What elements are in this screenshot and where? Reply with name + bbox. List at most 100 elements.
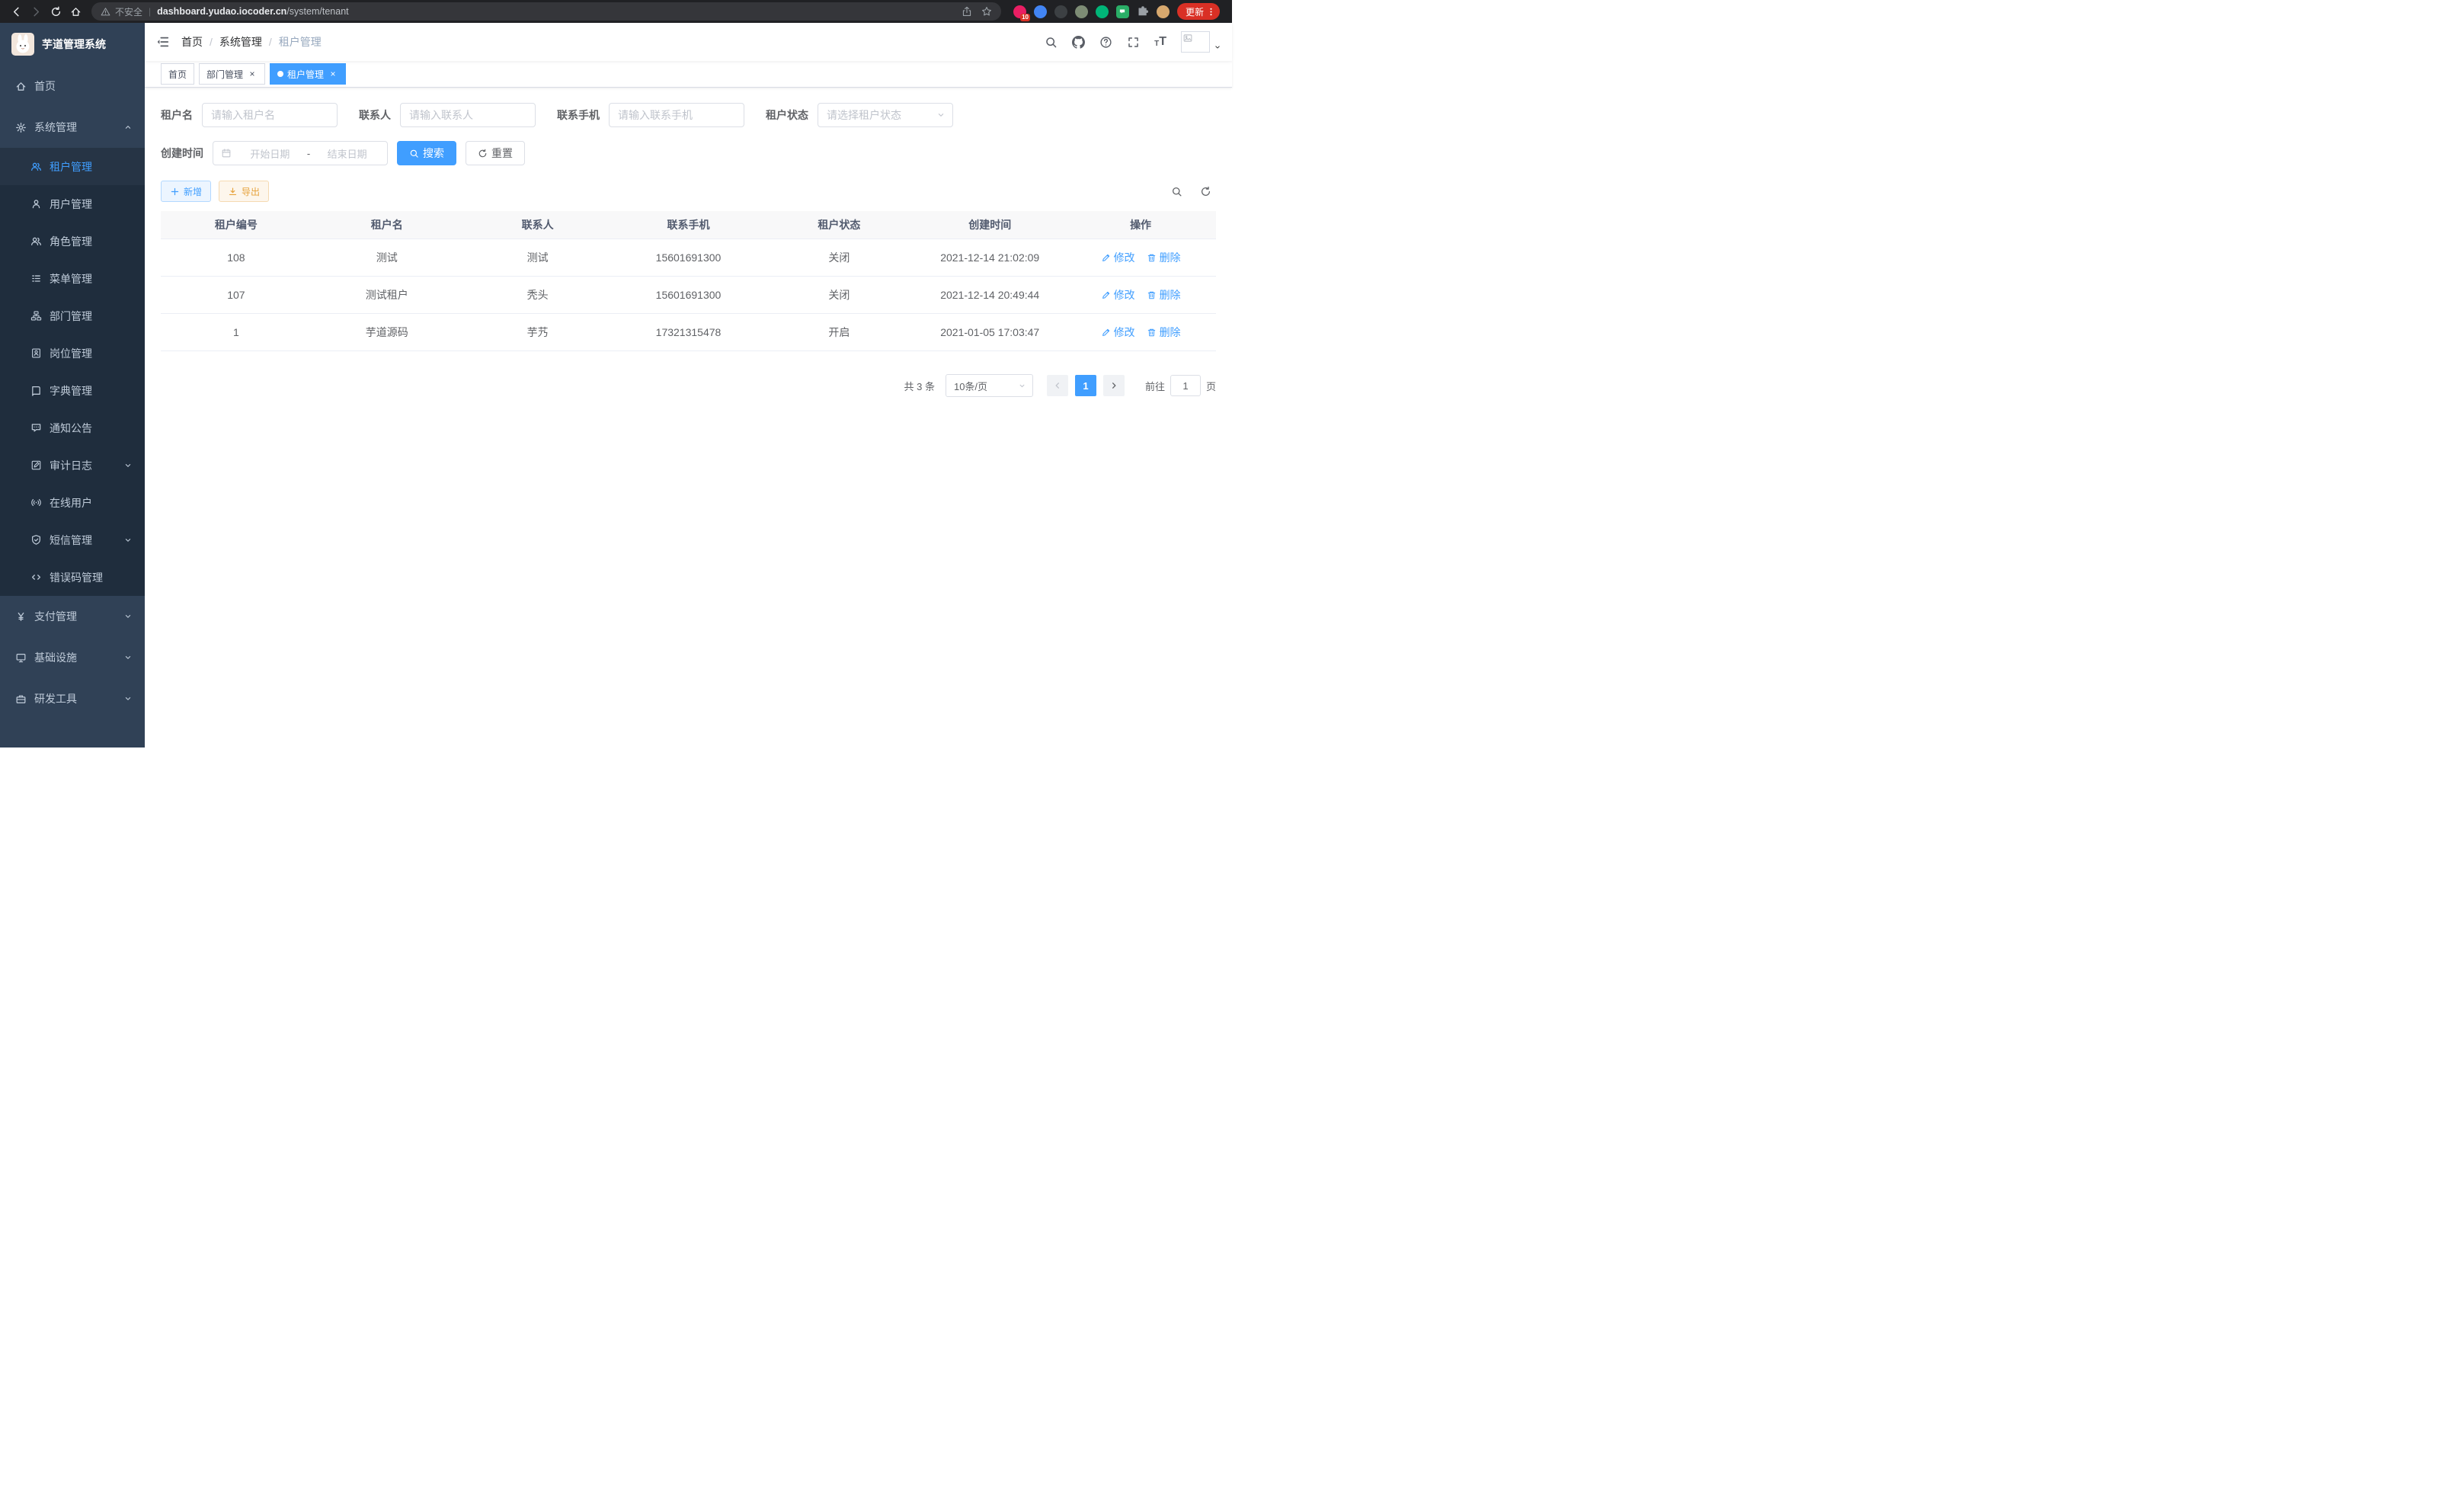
- github-icon[interactable]: [1072, 36, 1085, 49]
- phone-input[interactable]: [609, 103, 744, 127]
- close-tab-icon[interactable]: ×: [328, 69, 338, 79]
- table-row: 1 芋道源码 芋艿 17321315478 开启 2021-01-05 17:0…: [161, 314, 1216, 351]
- extension-icon-2[interactable]: [1034, 5, 1047, 18]
- sidebar-item-notice[interactable]: 通知公告: [0, 409, 145, 447]
- bookmark-star-icon[interactable]: [981, 6, 992, 17]
- security-label[interactable]: 不安全: [115, 5, 142, 18]
- cell-contact: 秃头: [462, 287, 613, 303]
- url-domain: dashboard.yudao.iocoder.cn: [157, 6, 286, 17]
- extension-icon-1[interactable]: 10: [1013, 5, 1026, 18]
- sidebar-item-infrastructure[interactable]: 基础设施: [0, 637, 145, 678]
- sidebar-item-sms[interactable]: 短信管理: [0, 521, 145, 559]
- breadcrumb-system[interactable]: 系统管理: [219, 34, 262, 50]
- tenant-name-input[interactable]: [202, 103, 338, 127]
- extension-icon-4[interactable]: [1075, 5, 1088, 18]
- reset-button[interactable]: 重置: [466, 141, 525, 165]
- cell-status: 开启: [763, 325, 914, 340]
- help-question-icon[interactable]: [1099, 36, 1112, 49]
- goto-page-input[interactable]: [1170, 375, 1201, 396]
- edit-button[interactable]: 修改: [1101, 287, 1135, 303]
- update-button[interactable]: 更新: [1177, 3, 1220, 20]
- phone-label: 联系手机: [557, 107, 600, 123]
- browser-back-button[interactable]: [6, 2, 26, 21]
- page-unit-label: 页: [1206, 379, 1216, 393]
- cell-created: 2021-12-14 20:49:44: [914, 289, 1065, 301]
- sidebar-item-user[interactable]: 用户管理: [0, 185, 145, 222]
- browser-menu-dots-icon[interactable]: [1206, 7, 1216, 17]
- trash-icon: [1147, 290, 1157, 300]
- sidebar-item-menu[interactable]: 菜单管理: [0, 260, 145, 297]
- export-button[interactable]: 导出: [219, 181, 269, 202]
- sidebar-item-error-code[interactable]: 错误码管理: [0, 559, 145, 596]
- extensions-puzzle-icon[interactable]: [1137, 5, 1149, 18]
- extension-icon-5[interactable]: [1096, 5, 1109, 18]
- sidebar-item-dept[interactable]: 部门管理: [0, 297, 145, 335]
- edit-button[interactable]: 修改: [1101, 250, 1135, 265]
- close-tab-icon[interactable]: ×: [247, 69, 258, 79]
- add-button[interactable]: 新增: [161, 181, 211, 202]
- app-logo-row[interactable]: 芋道管理系统: [0, 23, 145, 66]
- toggle-search-icon[interactable]: [1171, 186, 1182, 197]
- trash-icon: [1147, 328, 1157, 338]
- extension-icon-3[interactable]: [1054, 5, 1067, 18]
- refresh-table-icon[interactable]: [1200, 186, 1211, 197]
- refresh-icon: [478, 149, 488, 158]
- chevron-down-icon: [123, 536, 133, 545]
- sidebar-item-online-users[interactable]: 在线用户: [0, 484, 145, 521]
- breadcrumb-home[interactable]: 首页: [181, 34, 203, 50]
- search-button[interactable]: 搜索: [397, 141, 456, 165]
- yen-icon: [15, 611, 27, 623]
- delete-button[interactable]: 删除: [1147, 287, 1181, 303]
- user-avatar-menu[interactable]: [1181, 31, 1221, 53]
- browser-home-button[interactable]: [66, 2, 85, 21]
- sidebar-item-system[interactable]: 系统管理: [0, 107, 145, 148]
- profile-avatar-icon[interactable]: [1157, 5, 1170, 18]
- sidebar-item-audit-log[interactable]: 审计日志: [0, 447, 145, 484]
- book-icon: [30, 385, 42, 396]
- font-size-icon[interactable]: TT: [1154, 36, 1166, 48]
- url-path: /system/tenant: [286, 6, 348, 17]
- contact-input[interactable]: [400, 103, 536, 127]
- current-page-button[interactable]: 1: [1075, 375, 1096, 396]
- trash-icon: [1147, 253, 1157, 263]
- browser-forward-button[interactable]: [26, 2, 46, 21]
- app-logo: [11, 33, 34, 56]
- column-header-created: 创建时间: [914, 217, 1065, 232]
- cell-phone: 17321315478: [613, 326, 764, 338]
- extension-icon-6[interactable]: [1116, 5, 1129, 18]
- cell-tenant-id: 108: [161, 251, 312, 264]
- cell-status: 关闭: [763, 250, 914, 265]
- sidebar-item-post[interactable]: 岗位管理: [0, 335, 145, 372]
- chevron-down-icon: [1018, 382, 1026, 390]
- prev-page-button[interactable]: [1047, 375, 1068, 396]
- delete-button[interactable]: 删除: [1147, 325, 1181, 340]
- sidebar-item-dev-tools[interactable]: 研发工具: [0, 678, 145, 719]
- sidebar-item-home[interactable]: 首页: [0, 66, 145, 107]
- header-search-icon[interactable]: [1045, 36, 1058, 49]
- status-select[interactable]: 请选择租户状态: [818, 103, 953, 127]
- address-bar[interactable]: 不安全 | dashboard.yudao.iocoder.cn /system…: [91, 2, 1001, 21]
- tab-home[interactable]: 首页: [161, 63, 194, 85]
- create-time-range-picker[interactable]: 开始日期 - 结束日期: [213, 141, 388, 165]
- menu-list-icon: [30, 273, 42, 284]
- sidebar-item-payment[interactable]: 支付管理: [0, 596, 145, 637]
- cell-status: 关闭: [763, 287, 914, 303]
- page-size-select[interactable]: 10条/页: [946, 374, 1033, 397]
- chevron-down-icon: [123, 694, 133, 703]
- cell-phone: 15601691300: [613, 251, 764, 264]
- sidebar-item-role[interactable]: 角色管理: [0, 222, 145, 260]
- tab-dept[interactable]: 部门管理 ×: [199, 63, 265, 85]
- edit-button[interactable]: 修改: [1101, 325, 1135, 340]
- sidebar-item-dict[interactable]: 字典管理: [0, 372, 145, 409]
- next-page-button[interactable]: [1103, 375, 1125, 396]
- share-icon[interactable]: [962, 6, 972, 17]
- delete-button[interactable]: 删除: [1147, 250, 1181, 265]
- sidebar-toggle-button[interactable]: [145, 35, 181, 49]
- browser-reload-button[interactable]: [46, 2, 66, 21]
- sidebar-item-tenant[interactable]: 租户管理: [0, 148, 145, 185]
- search-icon: [409, 149, 419, 158]
- calendar-icon: [221, 148, 232, 158]
- tab-tenant[interactable]: 租户管理 ×: [270, 63, 346, 85]
- cell-contact: 芋艿: [462, 325, 613, 340]
- fullscreen-icon[interactable]: [1127, 36, 1140, 49]
